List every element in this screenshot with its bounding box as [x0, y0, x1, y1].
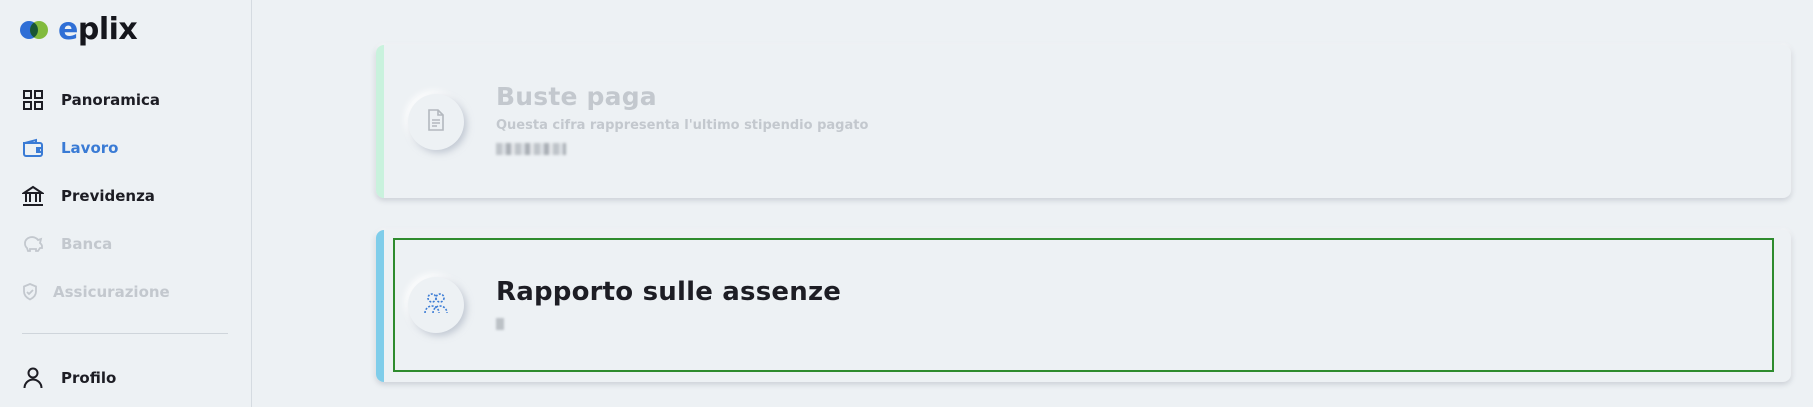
sidebar-divider	[22, 333, 228, 334]
sidebar-item-profilo[interactable]: Profilo	[0, 354, 251, 402]
app-root: eplix Panoramica Lavoro Previdenza Banca…	[0, 0, 1813, 407]
card-title: Rapporto sulle assenze	[496, 277, 842, 307]
wallet-icon	[22, 137, 44, 159]
sidebar: eplix Panoramica Lavoro Previdenza Banca…	[0, 0, 252, 407]
sidebar-item-label: Profilo	[61, 369, 117, 387]
sidebar-item-label: Panoramica	[61, 91, 161, 109]
redacted-value	[496, 318, 504, 330]
logo-text: eplix	[58, 12, 138, 47]
payslips-card[interactable]: Buste paga Questa cifra rappresenta l'ul…	[376, 45, 1791, 198]
bank-icon	[22, 185, 44, 207]
document-icon	[427, 109, 445, 135]
users-icon	[423, 291, 449, 319]
profile-section: Profilo	[0, 354, 251, 402]
sidebar-item-label: Assicurazione	[53, 283, 170, 301]
shield-icon	[22, 281, 38, 303]
sidebar-item-assicurazione[interactable]: Assicurazione	[0, 268, 251, 316]
sidebar-item-label: Lavoro	[61, 139, 119, 157]
card-title: Buste paga	[496, 82, 657, 111]
sidebar-item-label: Banca	[61, 235, 113, 253]
grid-icon	[22, 89, 44, 111]
absence-report-card[interactable]: Rapporto sulle assenze	[376, 230, 1791, 382]
sidebar-item-previdenza[interactable]: Previdenza	[0, 172, 251, 220]
sidebar-item-lavoro[interactable]: Lavoro	[0, 124, 251, 172]
card-accent-bar	[376, 45, 384, 198]
sidebar-item-banca[interactable]: Banca	[0, 220, 251, 268]
redacted-amount	[496, 143, 566, 155]
card-icon-circle	[408, 277, 464, 333]
card-subtitle: Questa cifra rappresenta l'ultimo stipen…	[496, 118, 869, 133]
piggy-bank-icon	[22, 233, 44, 255]
logo-mark-icon	[20, 19, 50, 41]
eplix-logo[interactable]: eplix	[20, 12, 138, 47]
main-nav: Panoramica Lavoro Previdenza Banca Assic…	[0, 76, 251, 316]
card-icon-circle	[408, 94, 464, 150]
user-icon	[22, 367, 44, 389]
sidebar-item-label: Previdenza	[61, 187, 155, 205]
sidebar-item-panoramica[interactable]: Panoramica	[0, 76, 251, 124]
card-accent-bar	[376, 230, 384, 382]
